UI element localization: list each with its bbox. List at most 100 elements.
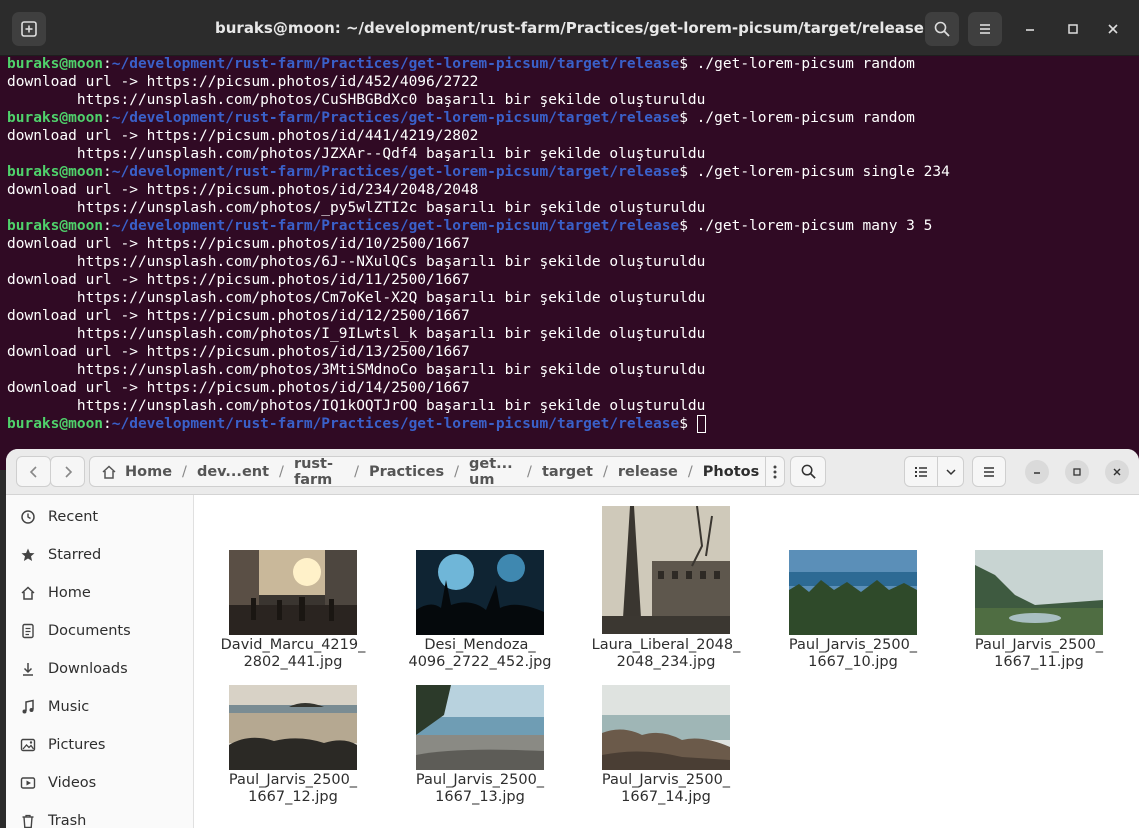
terminal-output[interactable]: buraks@moon:~/development/rust-farm/Prac…: [7, 55, 1139, 470]
path-segment-target[interactable]: target: [536, 464, 599, 480]
view-mode-button[interactable]: [904, 456, 938, 487]
terminal-cursor[interactable]: [696, 415, 706, 433]
sidebar-item-label: Recent: [48, 509, 99, 525]
terminal-prompt-line: buraks@moon:~/development/rust-farm/Prac…: [7, 164, 950, 180]
close-icon: [1108, 24, 1118, 34]
terminal-output-line: download url -> https://picsum.photos/id…: [7, 308, 470, 324]
prompt-path: ~/development/rust-farm/Practices/get-lo…: [111, 416, 680, 432]
terminal-prompt-line: buraks@moon:~/development/rust-farm/Prac…: [7, 110, 915, 126]
file-name: Laura_Liberal_2048_ 2048_234.jpg: [591, 637, 741, 670]
terminal-window[interactable]: buraks@moon: ~/development/rust-farm/Pra…: [0, 0, 1139, 470]
terminal-output-line: https://unsplash.com/photos/Cm7oKel-X2Q …: [7, 290, 706, 306]
terminal-menu-button[interactable]: [968, 12, 1002, 46]
files-menu-button[interactable]: [972, 456, 1006, 487]
terminal-output-line: download url -> https://picsum.photos/id…: [7, 74, 479, 90]
path-options-button[interactable]: [766, 465, 784, 479]
path-segment-release[interactable]: release: [612, 464, 684, 480]
minimize-icon: [1034, 472, 1040, 474]
sidebar-item-documents[interactable]: Documents: [6, 612, 194, 650]
image-thumbnail: [229, 550, 357, 635]
document-icon: [18, 621, 38, 641]
prompt-path: ~/development/rust-farm/Practices/get-lo…: [111, 218, 680, 234]
sidebar-item-label: Pictures: [48, 737, 106, 753]
prompt-user: buraks@moon: [7, 164, 104, 180]
terminal-output-line: https://unsplash.com/photos/CuSHBGBdXc0 …: [7, 92, 706, 108]
terminal-prompt-line: buraks@moon:~/development/rust-farm/Prac…: [7, 218, 933, 234]
image-thumbnail: [975, 550, 1103, 635]
hamburger-menu-icon: [984, 466, 994, 477]
sidebar-item-pictures[interactable]: Pictures: [6, 726, 194, 764]
files-maximize-button[interactable]: [1065, 460, 1089, 484]
files-close-button[interactable]: [1105, 460, 1129, 484]
files-window[interactable]: Home / dev...ent / rust-farm / Practices…: [6, 449, 1139, 828]
path-segment-get-lorem-picsum[interactable]: get... um: [463, 456, 523, 488]
prompt-user: buraks@moon: [7, 110, 104, 126]
terminal-prompt-line: buraks@moon:~/development/rust-farm/Prac…: [7, 415, 1139, 433]
files-search-button[interactable]: [790, 456, 826, 487]
sidebar-item-downloads[interactable]: Downloads: [6, 650, 194, 688]
terminal-output-line: download url -> https://picsum.photos/id…: [7, 344, 470, 360]
sidebar-item-starred[interactable]: Starred: [6, 536, 194, 574]
terminal-close-button[interactable]: [1096, 12, 1130, 46]
prompt-path: ~/development/rust-farm/Practices/get-lo…: [111, 164, 680, 180]
terminal-output-line: https://unsplash.com/photos/IQ1kOQTJrOQ …: [7, 398, 706, 414]
path-segment-rust-farm[interactable]: rust-farm: [288, 456, 350, 488]
terminal-maximize-button[interactable]: [1056, 12, 1090, 46]
chevron-right-icon: [64, 465, 72, 478]
file-name: Paul_Jarvis_2500_ 1667_10.jpg: [788, 637, 918, 670]
search-icon: [934, 21, 950, 37]
sidebar-item-label: Home: [48, 585, 91, 601]
file-name: David_Marcu_4219_ 2802_441.jpg: [220, 637, 366, 670]
close-icon: [1113, 468, 1121, 476]
file-name: Paul_Jarvis_2500_ 1667_12.jpg: [228, 772, 358, 805]
back-button[interactable]: [16, 456, 51, 487]
terminal-minimize-button[interactable]: [1013, 12, 1047, 46]
terminal-output-line: https://unsplash.com/photos/6J--NXulQCs …: [7, 254, 706, 270]
sidebar-item-label: Downloads: [48, 661, 128, 677]
sidebar-item-videos[interactable]: Videos: [6, 764, 194, 802]
path-segment-development[interactable]: dev...ent: [191, 464, 275, 480]
path-segment-home[interactable]: Home: [119, 464, 178, 480]
terminal-output-line: download url -> https://picsum.photos/id…: [7, 380, 470, 396]
terminal-output-line: download url -> https://picsum.photos/id…: [7, 236, 470, 252]
image-thumbnail: [602, 506, 730, 634]
more-vertical-icon: [773, 465, 777, 478]
terminal-search-button[interactable]: [925, 12, 959, 46]
terminal-titlebar[interactable]: buraks@moon: ~/development/rust-farm/Pra…: [0, 0, 1139, 56]
sidebar-item-label: Trash: [48, 813, 87, 828]
forward-button[interactable]: [50, 456, 85, 487]
file-name: Paul_Jarvis_2500_ 1667_11.jpg: [974, 637, 1104, 670]
sidebar-item-music[interactable]: Music: [6, 688, 194, 726]
home-icon: [101, 464, 117, 480]
path-bar[interactable]: Home / dev...ent / rust-farm / Practices…: [89, 456, 785, 488]
prompt-path: ~/development/rust-farm/Practices/get-lo…: [111, 56, 680, 72]
sidebar-item-label: Music: [48, 699, 90, 715]
image-thumbnail: [416, 550, 544, 635]
star-icon: [18, 545, 38, 565]
path-segment-photos[interactable]: Photos: [697, 464, 765, 480]
files-minimize-button[interactable]: [1025, 460, 1049, 484]
terminal-command: [688, 416, 697, 432]
prompt-user: buraks@moon: [7, 56, 104, 72]
view-options-dropdown[interactable]: [937, 456, 964, 487]
file-name: Paul_Jarvis_2500_ 1667_14.jpg: [601, 772, 731, 805]
terminal-prompt-line: buraks@moon:~/development/rust-farm/Prac…: [7, 56, 915, 72]
terminal-command: ./get-lorem-picsum many 3 5: [687, 218, 933, 234]
path-segment-practices[interactable]: Practices: [363, 464, 450, 480]
maximize-icon: [1073, 468, 1081, 476]
sidebar-item-trash[interactable]: Trash: [6, 802, 194, 828]
terminal-output-line: download url -> https://picsum.photos/id…: [7, 128, 479, 144]
sidebar-item-home[interactable]: Home: [6, 574, 194, 612]
prompt-user: buraks@moon: [7, 416, 104, 432]
image-thumbnail: [602, 685, 730, 770]
chevron-down-icon: [945, 468, 956, 475]
home-icon: [18, 583, 38, 603]
file-name: Desi_Mendoza_ 4096_2722_452.jpg: [408, 637, 552, 670]
terminal-command: ./get-lorem-picsum random: [687, 110, 915, 126]
terminal-output-line: https://unsplash.com/photos/3MtiSMdnoCo …: [7, 362, 706, 378]
sidebar-item-recent[interactable]: Recent: [6, 498, 194, 536]
list-view-icon: [915, 466, 927, 477]
terminal-output-line: https://unsplash.com/photos/I_9ILwtsl_k …: [7, 326, 706, 342]
prompt-user: buraks@moon: [7, 218, 104, 234]
terminal-output-line: download url -> https://picsum.photos/id…: [7, 182, 479, 198]
